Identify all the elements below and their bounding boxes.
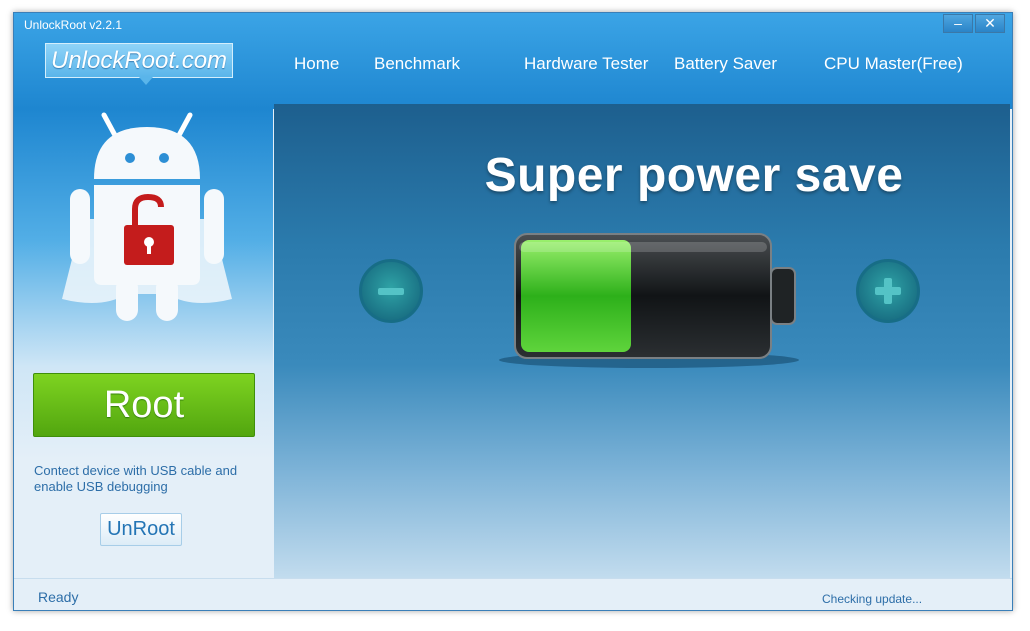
increase-button[interactable]: [856, 259, 920, 323]
status-text: Ready: [38, 589, 79, 605]
nav-battery-saver[interactable]: Battery Saver: [674, 54, 777, 74]
logo-pointer: [139, 77, 153, 85]
minus-icon: [378, 288, 404, 295]
decrease-button[interactable]: [359, 259, 423, 323]
nav-cpu-master[interactable]: CPU Master(Free): [824, 54, 963, 74]
battery-level-fill: [521, 240, 631, 352]
header-bar: UnlockRoot v2.2.1 – ✕ UnlockRoot.com Hom…: [14, 13, 1012, 109]
root-button[interactable]: Root: [33, 373, 255, 437]
android-robot-icon: [62, 112, 232, 321]
plus-icon-vertical: [884, 278, 892, 304]
logo: UnlockRoot.com: [45, 43, 233, 78]
nav-hardware-tester[interactable]: Hardware Tester: [524, 54, 648, 74]
unroot-button[interactable]: UnRoot: [100, 513, 182, 546]
panel-title: Super power save: [484, 149, 904, 202]
window-title: UnlockRoot v2.2.1: [24, 18, 123, 32]
update-status-text: Checking update...: [822, 592, 923, 606]
minimize-button[interactable]: –: [943, 14, 973, 33]
battery-saver-panel: Super power save: [274, 104, 1010, 578]
nav-home[interactable]: Home: [294, 54, 339, 74]
sidebar: Root Contect device with USB cable and e…: [14, 109, 273, 577]
close-button[interactable]: ✕: [975, 14, 1005, 33]
app-window: UnlockRoot v2.2.1 – ✕ UnlockRoot.com Hom…: [13, 12, 1013, 611]
nav-benchmark[interactable]: Benchmark: [374, 54, 460, 74]
status-bar: Ready Checking update...: [14, 578, 1012, 610]
battery-icon: [499, 233, 799, 368]
usb-hint-text: Contect device with USB cable and enable…: [34, 463, 238, 494]
